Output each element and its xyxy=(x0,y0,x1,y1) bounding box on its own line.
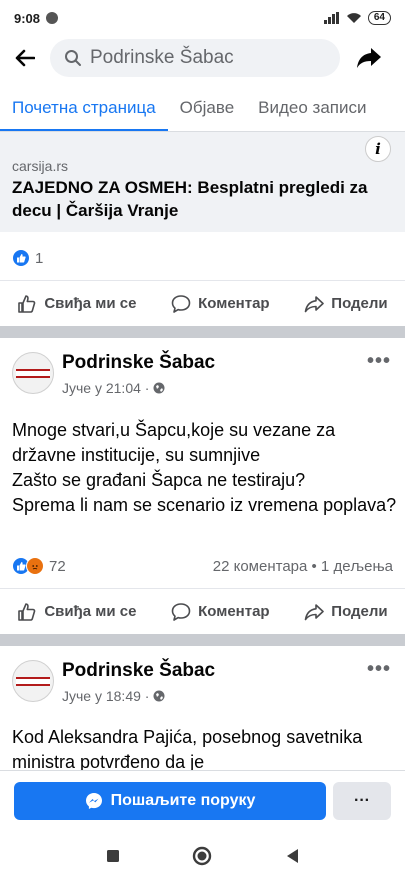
comment-icon xyxy=(171,602,191,621)
post-time: Јуче у 18:49 · xyxy=(62,688,150,704)
info-icon[interactable]: i xyxy=(365,136,391,162)
post-timestamp[interactable]: Јуче у 21:04 · xyxy=(62,380,165,396)
page-tabs: Почетна страница Објаве Видео записи xyxy=(0,88,405,132)
comment-label: Коментар xyxy=(198,295,270,312)
search-icon xyxy=(64,49,82,67)
home-icon[interactable] xyxy=(192,846,212,866)
comment-button[interactable]: Коментар xyxy=(171,294,270,314)
post-header: Podrinske Šabac Јуче у 18:49 · ••• xyxy=(0,658,405,718)
page-name[interactable]: Podrinske Šabac xyxy=(62,660,215,682)
like-label: Свиђа ми се xyxy=(44,603,137,620)
link-preview-card[interactable]: i carsija.rs ZAJEDNO ZA OSMEH: Besplatni… xyxy=(0,132,405,232)
more-options-icon[interactable]: ••• xyxy=(367,350,391,373)
share-icon xyxy=(304,603,325,620)
tab-videos[interactable]: Видео записи xyxy=(246,88,378,131)
avatar[interactable] xyxy=(12,352,54,394)
send-message-button[interactable]: Пошаљите поруку xyxy=(14,782,326,820)
search-query: Podrinske Šabac xyxy=(90,47,234,68)
comment-label: Коментар xyxy=(198,603,270,620)
status-bar: 9:08 64 xyxy=(0,0,405,36)
reaction-count: 1 xyxy=(35,249,44,267)
share-button[interactable]: Подели xyxy=(304,294,388,314)
page-name[interactable]: Podrinske Šabac xyxy=(62,352,215,374)
share-label: Подели xyxy=(331,295,388,312)
more-actions-button[interactable]: ··· xyxy=(333,782,391,820)
more-options-icon[interactable]: ••• xyxy=(367,658,391,681)
messenger-icon xyxy=(85,793,102,809)
recent-apps-icon[interactable] xyxy=(106,849,120,863)
avatar[interactable] xyxy=(12,660,54,702)
tab-posts[interactable]: Објаве xyxy=(168,88,247,131)
like-button[interactable]: Свиђа ми се xyxy=(17,602,136,622)
post-text: Kod Aleksandra Pajića, posebnog savetnik… xyxy=(12,727,363,772)
back-nav-icon[interactable] xyxy=(285,848,299,864)
system-navigation-bar xyxy=(0,834,405,878)
reaction-count: 72 xyxy=(49,557,66,575)
search-input[interactable]: Podrinske Šabac xyxy=(50,39,340,77)
share-button[interactable]: Подели xyxy=(304,602,388,622)
globe-icon xyxy=(153,382,165,394)
search-header: Podrinske Šabac xyxy=(0,36,405,80)
share-icon xyxy=(304,295,325,312)
like-reaction-icon xyxy=(12,249,30,267)
thumbs-up-icon xyxy=(18,294,36,313)
signal-icon xyxy=(323,12,339,24)
comments-shares-count[interactable]: 22 коментара • 1 дељења xyxy=(213,554,393,578)
like-label: Свиђа ми се xyxy=(44,295,137,312)
like-button[interactable]: Свиђа ми се xyxy=(17,294,136,314)
message-bar: Пошаљите поруку ··· xyxy=(0,770,405,834)
angry-reaction-icon xyxy=(26,557,44,575)
thumbs-up-icon xyxy=(18,602,36,621)
post-actions: Свиђа ми се Коментар Подели xyxy=(0,280,405,326)
share-label: Подели xyxy=(331,603,388,620)
back-arrow-icon xyxy=(15,49,35,67)
send-message-label: Пошаљите поруку xyxy=(110,792,256,809)
facebook-notification-icon xyxy=(46,12,59,24)
post-time: Јуче у 21:04 · xyxy=(62,380,150,396)
link-domain: carsija.rs xyxy=(12,158,69,174)
post-header: Podrinske Šabac Јуче у 21:04 · ••• xyxy=(0,350,405,410)
status-time: 9:08 xyxy=(14,10,41,26)
back-button[interactable] xyxy=(0,36,50,80)
share-arrow-icon xyxy=(357,48,381,68)
post-actions: Свиђа ми се Коментар Подели xyxy=(0,588,405,634)
wifi-icon xyxy=(346,13,361,23)
reaction-summary[interactable]: 1 xyxy=(12,246,43,270)
status-indicators: 64 xyxy=(323,11,391,25)
link-title: ZAJEDNO ZA OSMEH: Besplatni pregledi za … xyxy=(12,178,368,220)
battery-icon: 64 xyxy=(367,11,391,25)
share-page-button[interactable] xyxy=(340,36,398,80)
tab-home[interactable]: Почетна страница xyxy=(0,88,168,131)
comment-button[interactable]: Коментар xyxy=(171,602,270,622)
reaction-summary[interactable]: 72 xyxy=(12,554,66,578)
feed-divider xyxy=(0,634,405,646)
feed-divider xyxy=(0,326,405,338)
post-timestamp[interactable]: Јуче у 18:49 · xyxy=(62,688,165,704)
comment-icon xyxy=(171,294,191,313)
page-logo-icon xyxy=(16,676,50,686)
post-text: Mnoge stvari,u Šapcu,koje su vezane za d… xyxy=(12,420,397,515)
page-logo-icon xyxy=(16,368,50,378)
globe-icon xyxy=(153,690,165,702)
